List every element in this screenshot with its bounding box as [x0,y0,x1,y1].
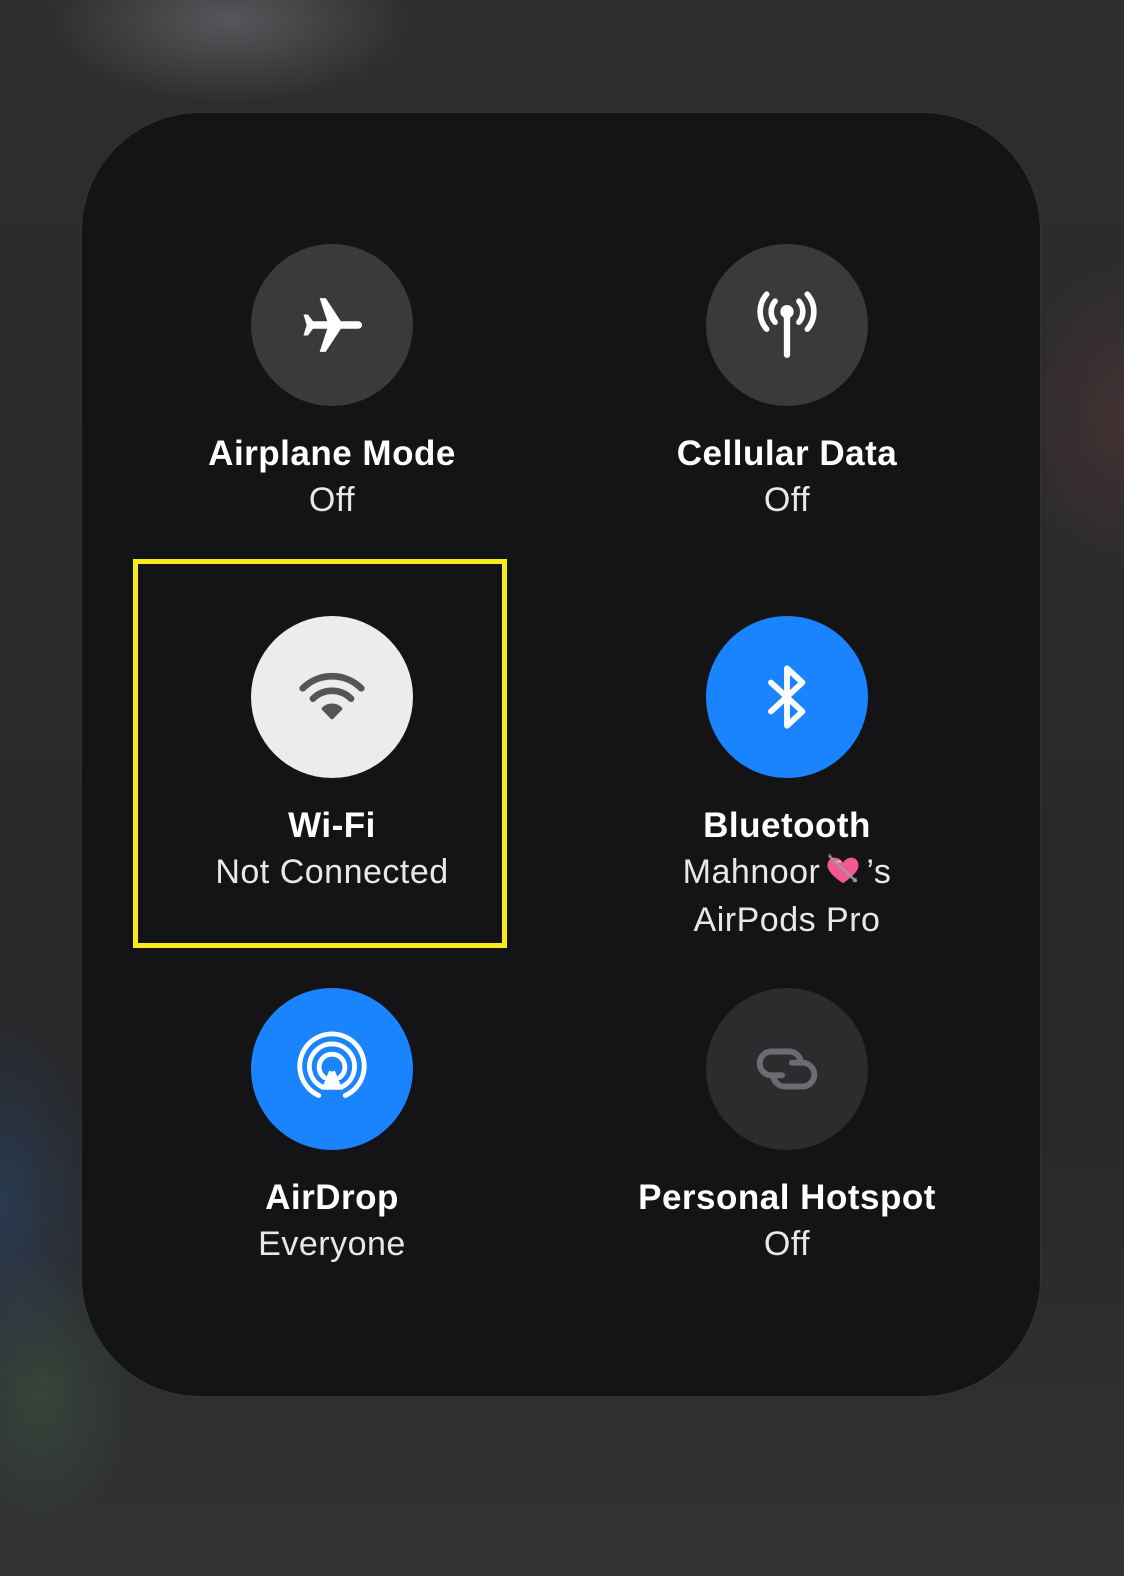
cellular-data-toggle[interactable] [706,244,868,406]
airplane-mode-tile[interactable]: Airplane Mode Off [132,244,532,524]
bluetooth-toggle[interactable] [706,616,868,778]
personal-hotspot-title: Personal Hotspot [638,1178,936,1217]
airplane-mode-status: Off [308,481,356,519]
airdrop-title: AirDrop [265,1178,399,1217]
cellular-data-tile[interactable]: Cellular Data Off [587,244,987,524]
airplane-mode-toggle[interactable] [251,244,413,406]
personal-hotspot-status: Off [763,1225,811,1263]
personal-hotspot-toggle[interactable] [706,988,868,1150]
airdrop-status: Everyone [258,1225,406,1263]
cellular-data-title: Cellular Data [676,434,898,473]
cellular-data-status: Off [763,481,811,519]
airdrop-icon [297,1031,367,1098]
airdrop-tile[interactable]: AirDrop Everyone [132,988,532,1268]
bluetooth-title: Bluetooth [703,806,871,845]
bluetooth-device-owner: Mahnoor [682,853,821,891]
airplane-mode-title: Airplane Mode [208,434,456,473]
antenna-icon [757,291,817,358]
heart-with-arrow-emoji-icon [827,853,859,884]
wifi-highlight-box [133,559,507,948]
personal-hotspot-tile[interactable]: Personal Hotspot Off [587,988,987,1268]
airplane-icon [303,298,363,352]
hotspot-link-icon [756,1048,818,1090]
airdrop-toggle[interactable] [251,988,413,1150]
bluetooth-icon [768,665,806,729]
bluetooth-device-line2: AirPods Pro [693,901,881,939]
bluetooth-device-suffix: ’s [866,853,892,891]
bluetooth-tile[interactable]: Bluetooth Mahnoor ’s AirPods Pro [587,616,987,944]
bluetooth-device-line1: Mahnoor ’s [683,848,892,896]
